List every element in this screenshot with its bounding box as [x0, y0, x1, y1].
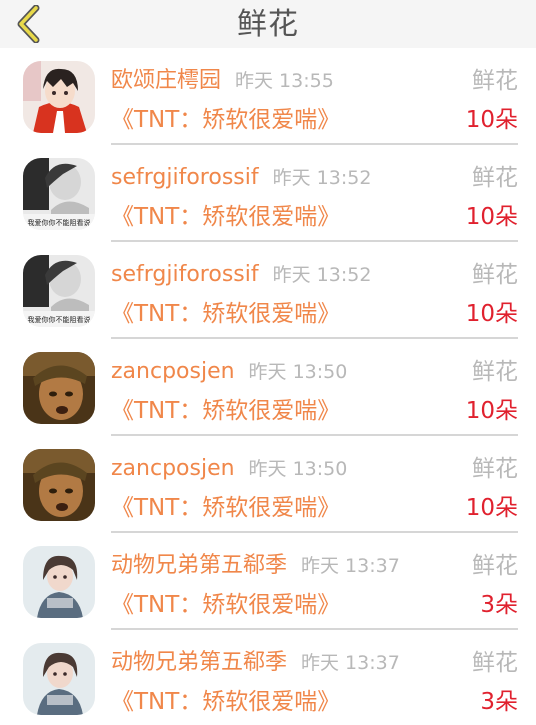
avatar[interactable] [23, 643, 95, 715]
soldier-avatar-icon [23, 352, 95, 424]
list-item[interactable]: 我爱你你不能阻看说 sefrgjiforossif 昨天 13:52 鲜花 《TN… [0, 242, 536, 339]
gift-count: 10朵 [465, 495, 518, 521]
soldier-avatar-icon [23, 449, 95, 521]
list-item[interactable]: zancposjen 昨天 13:50 鲜花 《TNT：矫软很爱喘》 10朵 [0, 339, 536, 436]
song-title[interactable]: 《TNT：矫软很爱喘》 [111, 299, 340, 329]
bw-photo-avatar-icon: 我爱你你不能阻看说 [23, 255, 95, 327]
song-title[interactable]: 《TNT：矫软很爱喘》 [111, 687, 340, 717]
song-title[interactable]: 《TNT：矫软很爱喘》 [111, 105, 340, 135]
song-title[interactable]: 《TNT：矫软很爱喘》 [111, 396, 340, 426]
sender-name[interactable]: sefrgjiforossif 昨天 13:52 [111, 260, 371, 290]
gift-type-label: 鲜花 [472, 262, 518, 288]
list-item[interactable]: 动物兄弟第五郗季 昨天 13:37 鲜花 《TNT：矫软很爱喘》 3朵 [0, 533, 536, 630]
bw-photo-avatar-icon: 我爱你你不能阻看说 [23, 158, 95, 230]
timestamp: 昨天 13:37 [301, 555, 400, 577]
gift-type-label: 鲜花 [472, 68, 518, 94]
avatar[interactable] [23, 546, 95, 618]
list-item[interactable]: zancposjen 昨天 13:50 鲜花 《TNT：矫软很爱喘》 10朵 [0, 436, 536, 533]
gift-count: 10朵 [465, 301, 518, 327]
list-item[interactable]: 我爱你你不能阻看说 sefrgjiforossif 昨天 13:52 鲜花 《TN… [0, 145, 536, 242]
page-title: 鲜花 [237, 7, 299, 42]
timestamp: 昨天 13:37 [301, 652, 400, 674]
sender-name[interactable]: 动物兄弟第五郗季 昨天 13:37 [111, 648, 400, 678]
gift-count: 10朵 [465, 107, 518, 133]
timestamp: 昨天 13:52 [272, 167, 372, 189]
avatar[interactable]: 我爱你你不能阻看说 [23, 158, 95, 230]
song-title[interactable]: 《TNT：矫软很爱喘》 [111, 493, 340, 523]
song-title[interactable]: 《TNT：矫软很爱喘》 [111, 202, 340, 232]
girl-avatar-icon [23, 643, 95, 715]
avatar-caption: 我爱你你不能阻看说 [28, 218, 91, 227]
flower-gift-list: 欧颂庄樗园 昨天 13:55 鲜花 《TNT：矫软很爱喘》 10朵 我爱你你不能阻… [0, 48, 536, 725]
gift-type-label: 鲜花 [472, 650, 518, 676]
song-title[interactable]: 《TNT：矫软很爱喘》 [111, 590, 340, 620]
gift-count: 10朵 [465, 204, 518, 230]
girl-avatar-icon [23, 546, 95, 618]
avatar-caption: 我爱你你不能阻看说 [28, 315, 91, 324]
gift-type-label: 鲜花 [472, 165, 518, 191]
gift-type-label: 鲜花 [472, 456, 518, 482]
avatar[interactable] [23, 449, 95, 521]
sender-name[interactable]: zancposjen 昨天 13:50 [111, 454, 347, 484]
list-item[interactable]: 欧颂庄樗园 昨天 13:55 鲜花 《TNT：矫软很爱喘》 10朵 [0, 48, 536, 145]
timestamp: 昨天 13:50 [248, 458, 348, 480]
gift-type-label: 鲜花 [472, 553, 518, 579]
gift-count: 3朵 [480, 689, 518, 715]
timestamp: 昨天 13:55 [235, 70, 334, 92]
gift-type-label: 鲜花 [472, 359, 518, 385]
timestamp: 昨天 13:52 [272, 264, 372, 286]
gift-count: 10朵 [465, 398, 518, 424]
sender-name[interactable]: 欧颂庄樗园 昨天 13:55 [111, 66, 334, 96]
avatar[interactable] [23, 61, 95, 133]
sender-name[interactable]: sefrgjiforossif 昨天 13:52 [111, 163, 371, 193]
sender-name[interactable]: 动物兄弟第五郗季 昨天 13:37 [111, 551, 400, 581]
gift-count: 3朵 [480, 592, 518, 618]
top-bar: 鲜花 [0, 0, 536, 48]
timestamp: 昨天 13:50 [248, 361, 348, 383]
avatar[interactable] [23, 352, 95, 424]
anime-avatar-icon [23, 61, 95, 133]
list-item[interactable]: 动物兄弟第五郗季 昨天 13:37 鲜花 《TNT：矫软很爱喘》 3朵 [0, 630, 536, 725]
sender-name[interactable]: zancposjen 昨天 13:50 [111, 357, 347, 387]
avatar[interactable]: 我爱你你不能阻看说 [23, 255, 95, 327]
